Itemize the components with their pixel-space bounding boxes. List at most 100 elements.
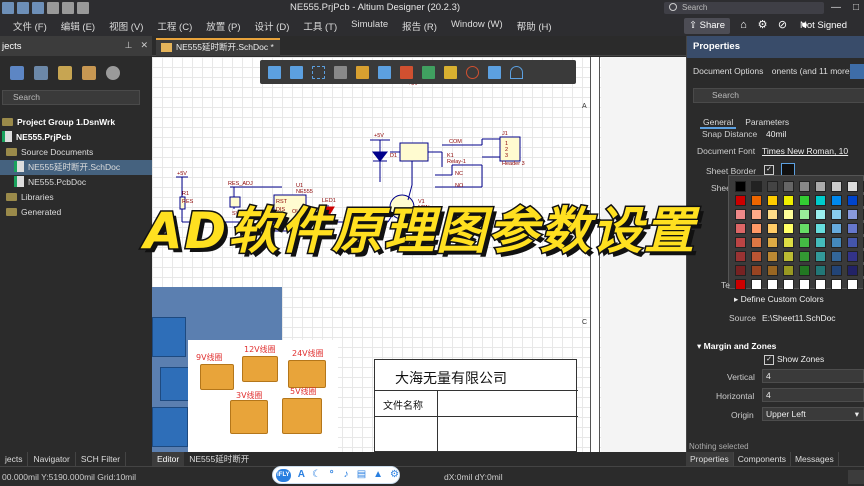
color-swatch[interactable] [847,265,858,276]
define-custom-colors-toggle[interactable]: ▸ Define Custom Colors [734,294,824,305]
pin-icon[interactable]: ⊥ [125,40,133,51]
margin-zones-title[interactable]: ▾ Margin and Zones [697,341,776,352]
panels-button[interactable] [848,470,864,484]
keyboard-icon[interactable]: ▤ [357,470,366,480]
tab-parameters[interactable]: Parameters [742,117,792,129]
color-swatch[interactable] [799,209,810,220]
tab-general[interactable]: General [700,117,737,129]
menu-item[interactable]: Simulate [344,19,395,33]
color-swatch[interactable] [799,237,810,248]
tree-item[interactable]: NE555.PrjPcb [0,130,152,145]
document-font-value[interactable]: Times New Roman, 10 [762,146,848,156]
color-swatch[interactable] [735,181,746,192]
move-icon[interactable] [290,65,303,79]
net-label-icon[interactable] [444,65,457,79]
color-swatch[interactable] [751,279,762,290]
align-icon[interactable] [334,65,347,79]
save-icon[interactable] [17,2,29,14]
redo-icon[interactable] [77,2,89,14]
color-swatch[interactable] [815,237,826,248]
color-swatch[interactable] [783,237,794,248]
undo-icon[interactable] [62,2,74,14]
snap-distance-value[interactable]: 40mil [766,129,786,139]
directive-icon[interactable] [466,65,479,79]
color-swatch[interactable] [831,195,842,206]
tree-item[interactable]: NE555.PcbDoc [0,175,152,190]
harness-icon[interactable] [422,65,435,79]
language-icon[interactable]: A [298,470,305,480]
tab-sch-filter[interactable]: SCH Filter [76,452,127,466]
tab-components[interactable]: Components [734,452,791,466]
color-swatch[interactable] [815,195,826,206]
menu-item[interactable]: 工程 (C) [150,19,199,33]
wire-icon[interactable] [378,65,391,79]
gear-icon[interactable] [106,66,120,80]
color-swatch[interactable] [799,279,810,290]
color-swatch[interactable] [735,279,746,290]
color-swatch[interactable] [815,251,826,262]
color-swatch[interactable] [847,195,858,206]
tab-messages[interactable]: Messages [791,452,839,466]
color-swatch[interactable] [799,251,810,262]
open-icon[interactable] [47,2,59,14]
horizontal-zones-input[interactable]: 4 [762,388,864,402]
color-swatch[interactable] [815,223,826,234]
menu-item[interactable]: Window (W) [444,19,510,33]
vertical-zones-input[interactable]: 4 [762,369,864,383]
menu-item[interactable]: 工具 (T) [296,19,344,33]
folder-settings-icon[interactable] [82,66,96,80]
color-swatch[interactable] [767,181,778,192]
minimize-button[interactable]: — [826,0,846,16]
tab-editor[interactable]: Editor [152,452,185,466]
color-swatch[interactable] [847,181,858,192]
color-swatch[interactable] [831,265,842,276]
color-swatch[interactable] [815,209,826,220]
color-swatch[interactable] [799,195,810,206]
color-swatch[interactable] [783,265,794,276]
color-swatch[interactable] [815,181,826,192]
notifications-off-icon[interactable]: ⊘ [776,19,789,32]
text-icon[interactable] [488,65,501,79]
show-zones-checkbox[interactable]: ✓ [764,355,774,365]
share-button[interactable]: ⇪ Share [684,18,730,34]
place-part-icon[interactable] [356,65,369,79]
color-swatch[interactable] [847,251,858,262]
properties-search-input[interactable]: Search [693,88,864,103]
color-swatch[interactable] [831,237,842,248]
tab-navigator[interactable]: Navigator [28,452,76,466]
color-swatch[interactable] [831,223,842,234]
menu-item[interactable]: 文件 (F) [6,19,54,33]
color-swatch[interactable] [831,209,842,220]
color-swatch[interactable] [799,223,810,234]
color-swatch[interactable] [799,265,810,276]
tree-item[interactable]: Source Documents [0,145,152,160]
moon-icon[interactable]: ☾ [312,470,321,480]
tab-schematic-document[interactable]: NE555延时断开.SchDoc * [156,38,280,56]
power-port-icon[interactable] [400,65,413,79]
filter-icon[interactable] [268,65,281,79]
color-swatch[interactable] [815,279,826,290]
menu-item[interactable]: 编辑 (E) [54,19,102,33]
color-swatch[interactable] [783,223,794,234]
menu-item[interactable]: 视图 (V) [102,19,150,33]
microphone-icon[interactable]: ♪ [342,470,349,480]
account-status[interactable]: Not Signed [800,20,847,31]
sheet-border-checkbox[interactable]: ✓ [764,165,774,175]
color-swatch[interactable] [799,181,810,192]
color-swatch[interactable] [847,237,858,248]
color-swatch[interactable] [847,223,858,234]
tree-item[interactable]: NE555延时断开.SchDoc [0,160,152,175]
tree-item[interactable]: Project Group 1.DsnWrk [0,115,152,130]
global-search-input[interactable]: Search [664,2,824,14]
shirt-icon[interactable]: ▲ [373,470,383,480]
maximize-button[interactable]: □ [846,0,864,16]
color-swatch[interactable] [783,279,794,290]
workspace-icon[interactable] [10,66,24,80]
color-swatch[interactable] [783,251,794,262]
menu-item[interactable]: 设计 (D) [248,19,297,33]
color-swatch[interactable] [783,209,794,220]
color-swatch[interactable] [751,181,762,192]
color-swatch[interactable] [831,251,842,262]
projects-search-input[interactable]: Search [2,90,140,105]
tab-properties[interactable]: Properties [686,452,734,466]
